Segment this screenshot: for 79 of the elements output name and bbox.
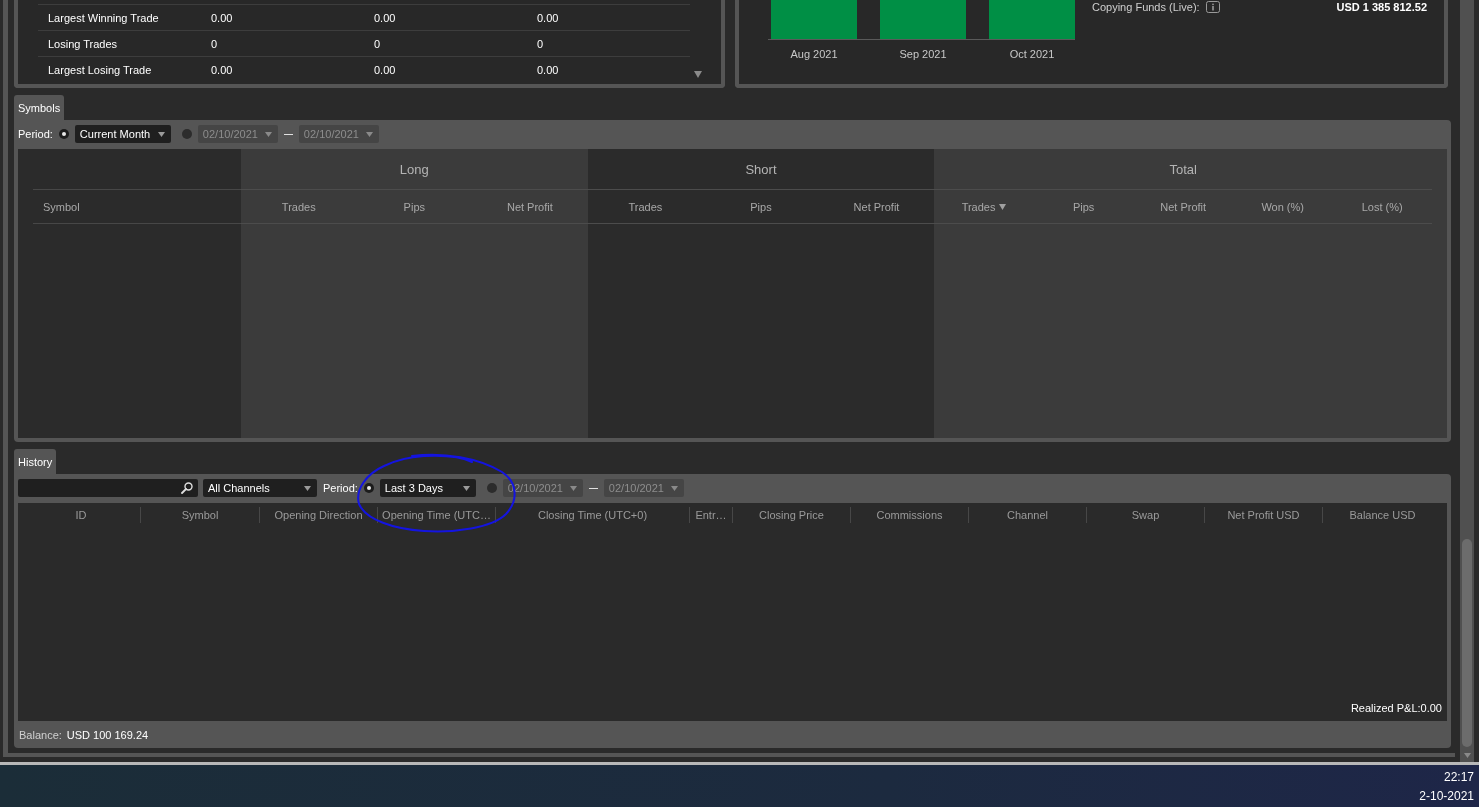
date-dropdown[interactable]: 02/10/2021 <box>197 125 278 143</box>
column-header[interactable]: Opening Time (UTC… <box>378 507 496 523</box>
stat-label: Largest Losing Trade <box>47 63 152 76</box>
search-icon[interactable] <box>181 482 193 494</box>
column-header[interactable]: Net Profit USD <box>1205 507 1323 523</box>
stat-value: 0 <box>373 37 381 50</box>
column-group-header: Long <box>399 161 429 177</box>
column-header[interactable]: Channel <box>969 507 1087 523</box>
column-header[interactable]: Trades <box>281 200 316 213</box>
symbols-tab[interactable]: Symbols <box>14 95 65 120</box>
caret-icon <box>462 485 470 491</box>
stat-value: 0.00 <box>210 11 233 24</box>
stat-label: Losing Trades <box>47 37 118 50</box>
period-radio[interactable] <box>58 129 69 139</box>
period-label: Period: <box>323 482 358 494</box>
column-header[interactable]: Balance USD <box>1323 507 1442 523</box>
caret-icon <box>365 131 373 137</box>
scrollbar-track[interactable] <box>1460 0 1474 762</box>
caret-icon <box>670 485 678 491</box>
stat-label: Largest Winning Trade <box>47 11 159 24</box>
date-dropdown[interactable]: 02/10/2021 <box>298 125 379 143</box>
column-header[interactable]: Pips <box>403 200 425 213</box>
scroll-down-icon[interactable] <box>1463 753 1471 758</box>
stat-value: 0.00 <box>536 63 559 76</box>
balance-label: Balance: <box>19 728 62 741</box>
caret-icon <box>304 485 311 491</box>
dash-icon <box>283 133 293 135</box>
caret-icon <box>264 131 272 137</box>
caret-icon <box>157 131 165 137</box>
copying-funds-value: USD 1 385 812.52 <box>1336 1 1427 14</box>
period-label: Period: <box>18 128 53 140</box>
scrollbar-thumb[interactable] <box>1462 539 1472 747</box>
column-header[interactable]: Entr… <box>690 507 733 523</box>
period-radio[interactable] <box>181 129 192 139</box>
scroll-down-icon[interactable] <box>694 71 702 78</box>
column-header[interactable]: Closing Price <box>733 507 851 523</box>
stat-value: 0.00 <box>373 63 396 76</box>
period-dropdown[interactable]: Current Month <box>74 125 171 143</box>
column-group-header: Total <box>1169 161 1197 177</box>
column-header[interactable]: Pips <box>1072 200 1095 213</box>
taskbar-date[interactable]: 2-10-2021 <box>1419 787 1474 806</box>
caret-icon <box>569 485 577 491</box>
stat-value: 0.00 <box>210 63 233 76</box>
date-dropdown[interactable]: 02/10/2021 <box>603 479 684 497</box>
column-header[interactable]: Swap <box>1087 507 1205 523</box>
stat-value: 0.00 <box>373 11 396 24</box>
column-header[interactable]: Trades <box>961 200 996 213</box>
column-header[interactable]: Net Profit <box>853 200 900 213</box>
taskbar-time[interactable]: 22:17 <box>1443 768 1474 787</box>
period-radio[interactable] <box>363 483 374 493</box>
stat-value: 0.00 <box>536 11 559 24</box>
channel-dropdown[interactable]: All Channels <box>203 479 317 497</box>
period-dropdown[interactable]: Last 3 Days <box>379 479 476 497</box>
column-header[interactable]: Net Profit <box>506 200 553 213</box>
column-group-header: Short <box>745 161 777 177</box>
column-header[interactable]: Symbol <box>141 507 260 523</box>
period-radio[interactable] <box>486 483 497 493</box>
column-header[interactable]: Opening Direction <box>260 507 378 523</box>
chart-month-label: Aug 2021 <box>789 48 839 61</box>
column-header[interactable]: Lost (%) <box>1361 200 1403 213</box>
column-header[interactable]: Pips <box>750 200 772 213</box>
dash-icon <box>588 487 598 489</box>
chart-month-label: Oct 2021 <box>1008 48 1056 61</box>
column-header[interactable]: Net Profit <box>1160 200 1207 213</box>
chart-month-label: Sep 2021 <box>898 48 948 61</box>
column-header[interactable]: Closing Time (UTC+0) <box>496 507 690 523</box>
column-header[interactable]: Won (%) <box>1261 200 1304 213</box>
history-tab[interactable]: History <box>14 449 57 474</box>
info-icon[interactable] <box>1205 1 1220 13</box>
balance-value: USD 100 169.24 <box>66 728 149 741</box>
stat-value: 0 <box>210 37 218 50</box>
search-field[interactable] <box>18 479 198 497</box>
column-header[interactable]: Commissions <box>851 507 969 523</box>
realized-pnl-text: Realized P&L:0.00 <box>1350 702 1442 716</box>
copying-funds-label: Copying Funds (Live): <box>1092 1 1200 14</box>
column-header[interactable]: ID <box>22 507 141 523</box>
stat-value: 0 <box>536 37 544 50</box>
column-header[interactable]: Symbol <box>43 200 80 213</box>
column-header[interactable]: Trades <box>628 200 663 213</box>
